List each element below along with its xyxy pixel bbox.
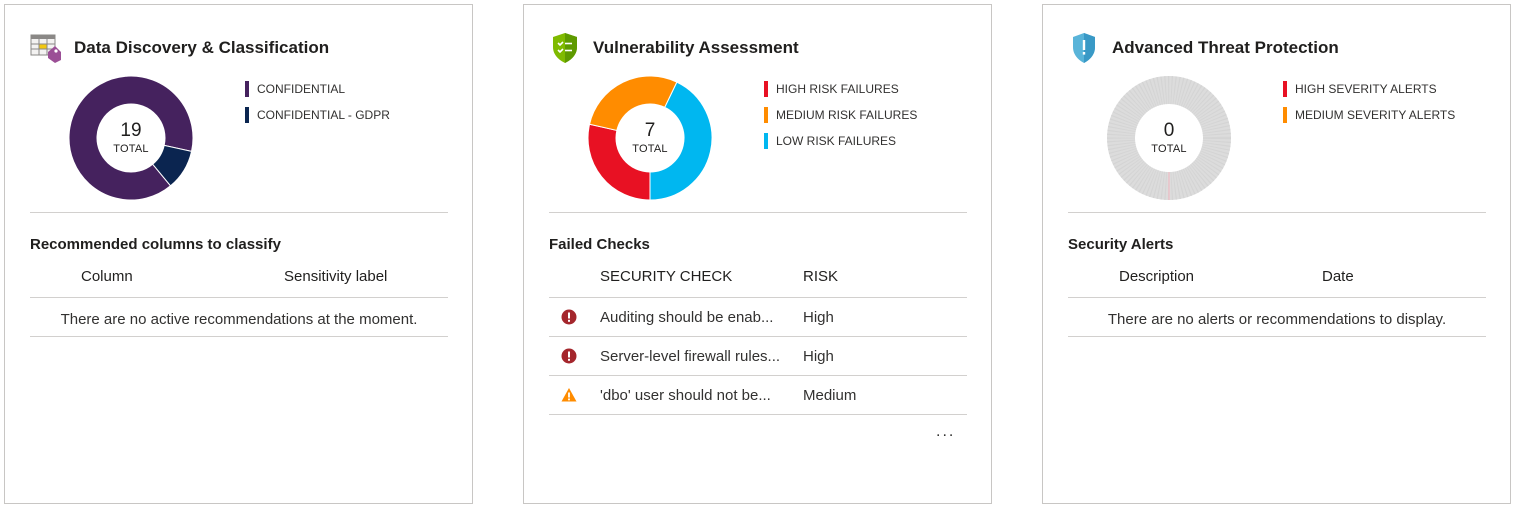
risk-value: High (803, 309, 834, 326)
column-header-date[interactable]: Date (1322, 268, 1354, 285)
legend-swatch (245, 107, 249, 123)
security-check-name: Server-level firewall rules... (600, 348, 781, 365)
section-title: Recommended columns to classify (30, 236, 281, 253)
legend-swatch (245, 81, 249, 97)
shield-alert-icon (1067, 31, 1101, 65)
chart-legend: CONFIDENTIAL CONFIDENTIAL - GDPR (245, 81, 390, 133)
chart-legend: HIGH SEVERITY ALERTS MEDIUM SEVERITY ALE… (1283, 81, 1455, 133)
legend-label: MEDIUM RISK FAILURES (776, 108, 918, 122)
column-header-sensitivity-label[interactable]: Sensitivity label (284, 268, 387, 285)
card-header: Advanced Threat Protection (1067, 31, 1339, 65)
section-title: Failed Checks (549, 236, 650, 253)
donut-slice-high-risk-failures[interactable] (587, 123, 651, 201)
legend-item-medium-severity: MEDIUM SEVERITY ALERTS (1283, 107, 1455, 123)
threat-donut-chart (1107, 76, 1232, 200)
legend-item-high-severity: HIGH SEVERITY ALERTS (1283, 81, 1455, 97)
donut-slice-medium-risk-failures[interactable] (588, 75, 678, 132)
table-tag-icon (29, 31, 63, 65)
empty-message: There are no alerts or recommendations t… (1107, 311, 1447, 328)
legend-label: HIGH SEVERITY ALERTS (1295, 82, 1437, 96)
legend-item-low-risk: LOW RISK FAILURES (764, 133, 917, 149)
vulnerability-assessment-card[interactable]: Vulnerability Assessment 7 TOTAL HIGH RI… (523, 4, 992, 504)
divider (30, 212, 448, 213)
legend-item-confidential-gdpr: CONFIDENTIAL - GDPR (245, 107, 390, 123)
legend-label: LOW RISK FAILURES (776, 134, 897, 148)
table-bottom-line (1068, 336, 1486, 337)
legend-label: MEDIUM SEVERITY ALERTS (1295, 108, 1456, 122)
legend-swatch (1283, 107, 1287, 123)
legend-item-high-risk: HIGH RISK FAILURES (764, 81, 917, 97)
table-bottom-line (30, 336, 448, 337)
vulnerability-donut-chart (587, 75, 713, 201)
classification-donut-chart (68, 75, 194, 201)
card-header: Data Discovery & Classification (29, 31, 329, 65)
section-title: Security Alerts (1068, 236, 1174, 253)
column-header-risk[interactable]: RISK (803, 268, 838, 285)
security-check-name: 'dbo' user should not be... (600, 387, 771, 404)
advanced-threat-protection-card[interactable]: Advanced Threat Protection 0 TOTAL HIGH … (1042, 4, 1511, 504)
table-row[interactable]: Auditing should be enab... High (549, 298, 967, 337)
security-check-name: Auditing should be enab... (600, 309, 774, 326)
legend-label: HIGH RISK FAILURES (776, 82, 899, 96)
error-icon (561, 309, 577, 325)
legend-label: CONFIDENTIAL - GDPR (257, 108, 390, 122)
shield-check-icon (548, 31, 582, 65)
risk-value: Medium (803, 387, 857, 404)
column-header-column[interactable]: Column (81, 268, 133, 285)
card-title: Data Discovery & Classification (74, 38, 330, 57)
warning-icon (561, 388, 577, 402)
legend-item-confidential: CONFIDENTIAL (245, 81, 390, 97)
column-header-security-check[interactable]: SECURITY CHECK (600, 268, 732, 285)
table-header-line (30, 297, 448, 298)
divider (549, 212, 967, 213)
more-ellipsis-button[interactable]: ... (936, 423, 955, 441)
card-header: Vulnerability Assessment (548, 31, 799, 65)
divider (1068, 212, 1486, 213)
data-discovery-card[interactable]: Data Discovery & Classification 19 TOTAL… (4, 4, 473, 504)
legend-swatch (764, 81, 768, 97)
legend-swatch (764, 133, 768, 149)
table-row[interactable]: Server-level firewall rules... High (549, 337, 967, 376)
card-title: Vulnerability Assessment (593, 38, 799, 57)
empty-message: There are no active recommendations at t… (60, 311, 418, 328)
table-header-line (1068, 297, 1486, 298)
row-line (549, 414, 967, 415)
card-title: Advanced Threat Protection (1112, 38, 1339, 57)
error-icon (561, 348, 577, 364)
table-row[interactable]: 'dbo' user should not be... Medium (549, 376, 967, 415)
risk-value: High (803, 348, 834, 365)
legend-swatch (1283, 81, 1287, 97)
column-header-description[interactable]: Description (1119, 268, 1194, 285)
legend-label: CONFIDENTIAL (257, 82, 346, 96)
legend-item-medium-risk: MEDIUM RISK FAILURES (764, 107, 917, 123)
legend-swatch (764, 107, 768, 123)
chart-legend: HIGH RISK FAILURES MEDIUM RISK FAILURES … (764, 81, 917, 159)
